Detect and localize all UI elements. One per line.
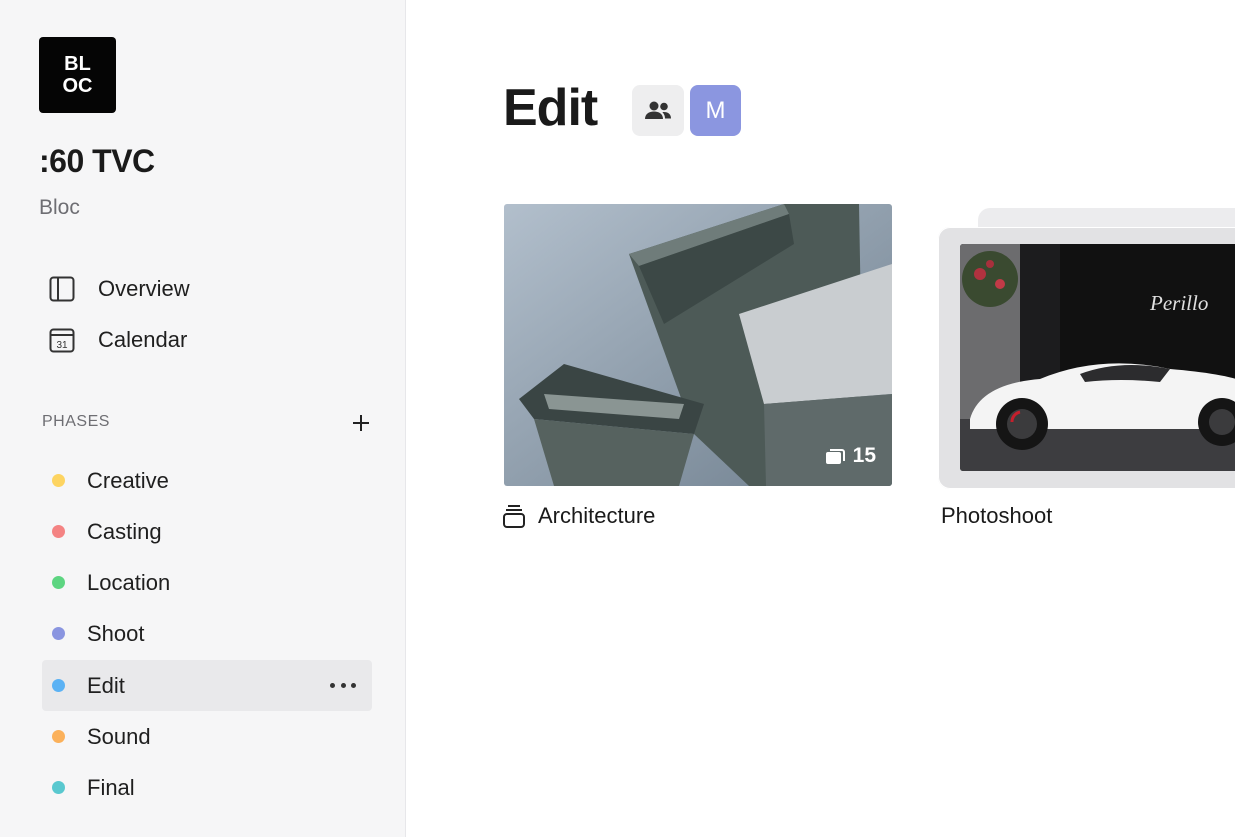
album-title: Photoshoot [941,503,1053,528]
album-label[interactable]: Photoshoot [941,503,1052,529]
phase-item-sound[interactable]: Sound [42,711,372,762]
workspace-logo[interactable]: BL OC [39,37,116,113]
album-label[interactable]: Architecture [502,503,655,529]
calendar-icon: 31 [46,324,78,356]
phase-label: Location [87,569,171,595]
phase-label: Edit [87,672,125,698]
car-photo: Perillo [960,244,1235,471]
logo-line-1: BL [64,53,91,75]
phase-color-dot [52,730,65,743]
project-title: :60 TVC [39,143,155,179]
nav-item-label: Calendar [98,327,188,352]
album-title: Architecture [538,503,656,528]
phase-item-edit[interactable]: Edit [42,660,372,711]
album-thumbnail[interactable]: Perillo [960,244,1235,471]
phase-item-creative[interactable]: Creative [42,455,372,506]
add-phase-button[interactable] [348,410,374,436]
phase-item-location[interactable]: Location [42,557,372,608]
plus-icon [353,415,369,431]
phase-label: Creative [87,467,169,493]
album-thumbnail[interactable]: 15 [504,204,892,486]
phase-color-dot [52,781,65,794]
phase-item-shoot[interactable]: Shoot [42,608,372,659]
phase-color-dot [52,576,65,589]
phase-item-casting[interactable]: Casting [42,506,372,557]
phase-color-dot [52,679,65,692]
phases-header: PHASES [42,413,110,430]
page-title: Edit [503,79,598,137]
phase-color-dot [52,627,65,640]
nav-item-calendar[interactable]: 31 Calendar [46,322,187,358]
phase-label: Final [87,774,135,800]
photos-icon [825,449,845,464]
sidebar: BL OC :60 TVC Bloc Overview 31 Calendar … [0,0,406,837]
stack-icon [503,505,525,528]
photo-count: 15 [852,444,876,467]
photo-count-badge: 15 [825,444,876,468]
phase-label: Casting [87,518,162,544]
logo-line-2: OC [62,75,93,97]
more-options-icon[interactable] [330,674,356,696]
phase-item-final[interactable]: Final [42,762,372,813]
phase-color-dot [52,474,65,487]
phase-color-dot [52,525,65,538]
sidebar-panel-icon [46,273,78,305]
team-members-button[interactable] [632,85,684,136]
project-subtitle: Bloc [39,196,80,219]
nav-item-overview[interactable]: Overview [46,271,190,307]
phase-label: Shoot [87,620,145,646]
user-avatar[interactable]: M [690,85,741,136]
calendar-icon-day: 31 [56,340,68,351]
people-icon [645,101,671,119]
storefront-sign: Perillo [1149,291,1208,315]
nav-item-label: Overview [98,276,190,301]
phase-label: Sound [87,723,151,749]
